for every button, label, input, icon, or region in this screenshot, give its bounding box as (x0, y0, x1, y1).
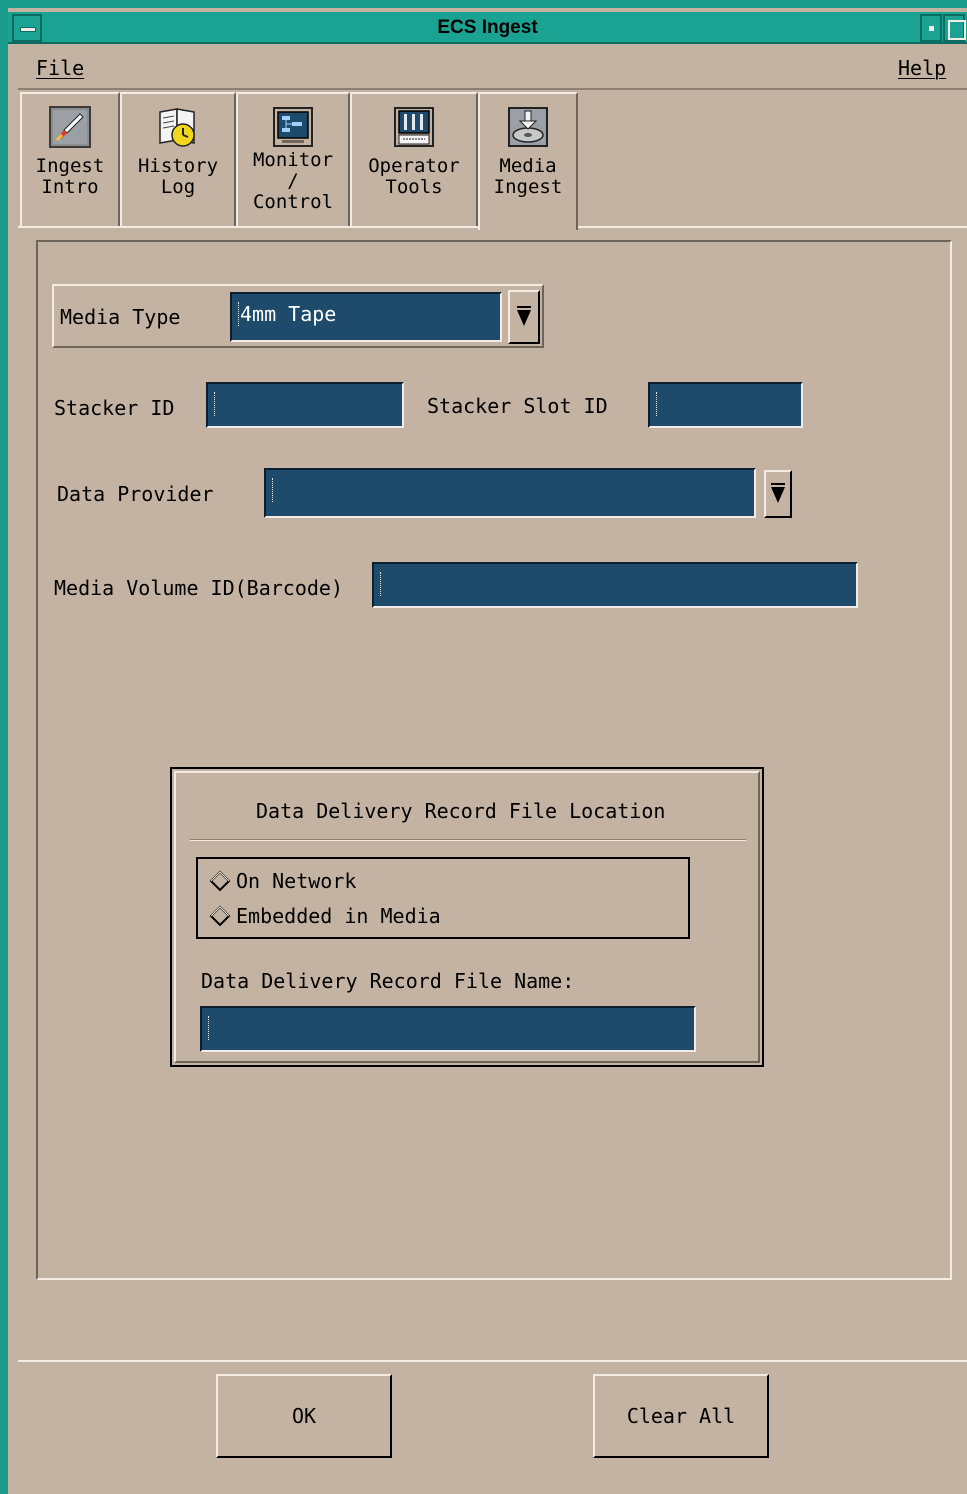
text-caret (214, 392, 217, 416)
maximize-button[interactable] (943, 14, 966, 42)
ddr-filename-field[interactable] (200, 1006, 696, 1052)
rocket-icon (49, 106, 91, 148)
tab-history-log[interactable]: History Log (120, 92, 236, 226)
chevron-down-icon (771, 483, 785, 503)
clear-all-button-label: Clear All (626, 1404, 736, 1428)
media-volume-id-field[interactable] (372, 562, 858, 608)
stacker-slot-id-label: Stacker Slot ID (427, 394, 608, 418)
ddr-divider (190, 839, 746, 841)
maximize-icon (948, 20, 966, 40)
media-type-dropdown-button[interactable] (508, 290, 540, 344)
tab-media-ingest[interactable]: Media Ingest (478, 92, 578, 230)
stacker-slot-id-field[interactable] (648, 382, 803, 428)
data-provider-field[interactable] (264, 468, 756, 518)
window-menu-icon (20, 27, 36, 32)
tab-monitor-control-line2: / (287, 170, 299, 192)
media-type-label: Media Type (60, 305, 181, 329)
text-caret (208, 1016, 211, 1040)
minimize-button[interactable] (920, 14, 942, 42)
radio-diamond-icon (209, 870, 231, 892)
menu-file[interactable]: File (36, 46, 84, 90)
menu-help[interactable]: Help (898, 46, 946, 90)
media-volume-id-label: Media Volume ID(Barcode) (54, 576, 343, 600)
radio-on-network[interactable]: On Network (208, 868, 356, 894)
menu-bar (18, 46, 967, 90)
media-ingest-icon (508, 107, 548, 147)
data-provider-label: Data Provider (57, 482, 214, 506)
stacker-id-label: Stacker ID (54, 396, 175, 420)
media-type-field[interactable]: 4mm Tape (230, 292, 502, 342)
tab-monitor-control-line3: Control (252, 191, 334, 213)
ddr-filename-label: Data Delivery Record File Name: (201, 969, 575, 993)
window-menu-button[interactable] (12, 14, 42, 42)
ddr-location-title: Data Delivery Record File Location (256, 799, 666, 823)
tab-history-log-line2: Log (160, 176, 196, 198)
text-caret (656, 392, 659, 416)
tab-ingest-intro[interactable]: Ingest Intro (20, 92, 120, 226)
tab-media-ingest-line2: Ingest (493, 176, 563, 198)
radio-on-network-label: On Network (236, 869, 357, 893)
media-type-value: 4mm Tape (240, 302, 337, 326)
radio-diamond-icon (209, 905, 231, 927)
tab-operator-tools-line1: Operator (368, 155, 460, 177)
chevron-down-icon (517, 306, 531, 326)
minimize-icon (929, 26, 934, 31)
history-book-icon (159, 108, 195, 147)
tab-ingest-intro-line2: Intro (41, 176, 99, 198)
operator-tools-icon (394, 107, 434, 147)
clear-all-button[interactable]: Clear All (593, 1374, 769, 1458)
radio-embedded-in-media-label: Embedded in Media (236, 904, 441, 928)
data-provider-dropdown-button[interactable] (764, 470, 792, 518)
tab-media-ingest-line1: Media (499, 155, 557, 177)
tab-ingest-intro-line1: Ingest (35, 155, 105, 177)
tab-operator-tools-line2: Tools (385, 176, 443, 198)
ok-button[interactable]: OK (216, 1374, 392, 1458)
text-caret (272, 478, 275, 502)
window-title: ECS Ingest (437, 17, 538, 38)
menu-file-label: File (36, 56, 85, 80)
tab-monitor-control-line1: Monitor (252, 149, 334, 171)
tab-history-log-line1: History (137, 155, 219, 177)
text-caret (380, 572, 383, 596)
ok-button-label: OK (291, 1404, 317, 1428)
tab-operator-tools[interactable]: Operator Tools (350, 92, 478, 226)
monitor-control-icon (273, 107, 313, 147)
stacker-id-field[interactable] (206, 382, 404, 428)
tab-monitor-control[interactable]: Monitor / Control (236, 92, 350, 226)
button-bar-separator (18, 1360, 967, 1362)
menu-help-label: Help (898, 56, 947, 80)
radio-embedded-in-media[interactable]: Embedded in Media (208, 903, 441, 929)
